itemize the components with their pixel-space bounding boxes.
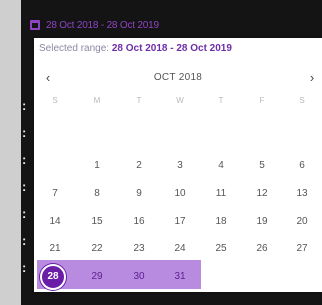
month-label: OCT 2018	[153, 72, 203, 83]
selected-range-label: Selected range:	[39, 43, 110, 54]
day-cell[interactable]: 15	[82, 211, 112, 233]
day-cell[interactable]: 30	[124, 266, 154, 288]
date-range-text: 28 Oct 2018 - 28 Oct 2019	[46, 19, 159, 31]
day-cell-selected-start[interactable]: 28	[40, 264, 66, 290]
day-cell[interactable]: 23	[124, 238, 154, 260]
day-cell[interactable]: 18	[206, 211, 236, 233]
day-cell[interactable]: 4	[206, 155, 236, 177]
weekday-label: S	[299, 96, 305, 105]
weekday-label: S	[52, 96, 58, 105]
day-cell[interactable]: 21	[40, 238, 70, 260]
day-cell[interactable]: 20	[287, 211, 317, 233]
day-cell[interactable]: 25	[206, 238, 236, 260]
day-cell[interactable]: 27	[287, 238, 317, 260]
weekday-label: T	[136, 96, 142, 105]
weekday-header: SMTWTFS	[34, 96, 322, 110]
weekday-label: W	[176, 96, 184, 105]
day-cell[interactable]: 1	[82, 155, 112, 177]
day-cell[interactable]: 2	[124, 155, 154, 177]
calendar-icon	[30, 20, 40, 30]
day-cell[interactable]: 16	[124, 211, 154, 233]
day-cell[interactable]: 24	[165, 238, 195, 260]
day-cell[interactable]: 12	[247, 183, 277, 205]
day-cell[interactable]: 31	[165, 266, 195, 288]
day-cell[interactable]: 13	[287, 183, 317, 205]
weekday-label: F	[259, 96, 265, 105]
day-cell[interactable]: 9	[124, 183, 154, 205]
month-navigation: ‹ OCT 2018 ›	[34, 68, 322, 90]
day-cell[interactable]: 19	[247, 211, 277, 233]
day-cell[interactable]: 5	[247, 155, 277, 177]
day-cell[interactable]: 10	[165, 183, 195, 205]
date-range-popup: Selected range: 28 Oct 2018 - 28 Oct 201…	[34, 38, 322, 292]
selected-range-value: 28 Oct 2018 - 28 Oct 2019	[111, 43, 232, 54]
day-cell[interactable]: 22	[82, 238, 112, 260]
weekday-label: T	[218, 96, 224, 105]
day-cell[interactable]: 26	[247, 238, 277, 260]
next-month-button[interactable]: ›	[304, 70, 320, 86]
selected-range-line: Selected range: 28 Oct 2018 - 28 Oct 201…	[39, 43, 232, 54]
date-range-trigger[interactable]: 28 Oct 2018 - 28 Oct 2019	[30, 14, 159, 36]
day-cell[interactable]: 11	[206, 183, 236, 205]
day-cell[interactable]: 3	[165, 155, 195, 177]
day-cell[interactable]: 8	[82, 183, 112, 205]
day-cell[interactable]: 17	[165, 211, 195, 233]
weekday-label: M	[93, 96, 101, 105]
day-cell[interactable]: 29	[82, 266, 112, 288]
day-cell[interactable]: 14	[40, 211, 70, 233]
day-cell[interactable]: 7	[40, 183, 70, 205]
day-cell[interactable]: 6	[287, 155, 317, 177]
